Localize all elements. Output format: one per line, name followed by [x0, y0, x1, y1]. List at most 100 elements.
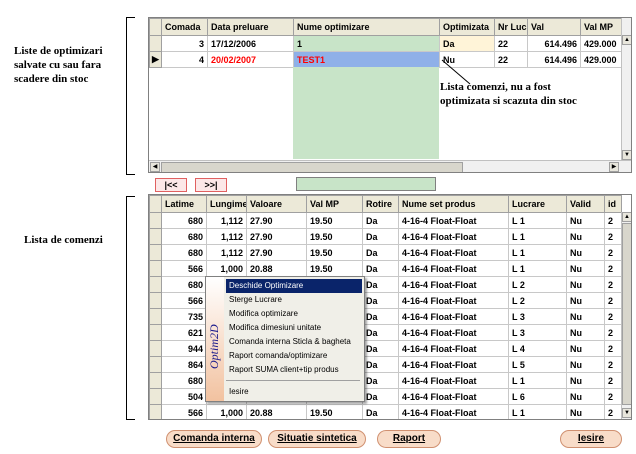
menu-item-modifica-dimensiuni[interactable]: Modifica dimesiuni unitate: [226, 321, 362, 335]
cell-rotire[interactable]: Da: [362, 228, 399, 245]
cell-id[interactable]: 2: [604, 292, 622, 309]
last-record-button[interactable]: >>|: [195, 178, 227, 192]
cell-nume[interactable]: TEST1: [293, 51, 440, 68]
cell-valid[interactable]: Nu: [566, 260, 605, 277]
cell-id[interactable]: 2: [604, 372, 622, 389]
cell-lungime[interactable]: 1,112: [206, 244, 247, 261]
cell-nume-set[interactable]: 4-16-4 Float-Float: [398, 244, 509, 261]
row-selector[interactable]: [149, 35, 162, 52]
scroll-right-icon[interactable]: ▶: [609, 162, 619, 172]
row-selector[interactable]: [149, 260, 162, 277]
menu-item-deschide-optimizare[interactable]: Deschide Optimizare: [226, 279, 362, 293]
cell-rotire[interactable]: Da: [362, 292, 399, 309]
cell-valid[interactable]: Nu: [566, 372, 605, 389]
scroll-left-icon[interactable]: ◀: [150, 162, 160, 172]
cell-lucrare[interactable]: L 2: [508, 292, 567, 309]
cell-valoare[interactable]: 20.88: [246, 260, 307, 277]
cell-valid[interactable]: Nu: [566, 292, 605, 309]
col-optimizata[interactable]: Optimizata: [439, 18, 495, 36]
cell-id[interactable]: 2: [604, 308, 622, 325]
col-id[interactable]: id: [604, 195, 622, 213]
cell-valid[interactable]: Nu: [566, 228, 605, 245]
cell-latime[interactable]: 680: [161, 244, 207, 261]
scroll-thumb[interactable]: [622, 223, 631, 405]
cell-lucrare[interactable]: L 3: [508, 324, 567, 341]
optimizations-hscrollbar[interactable]: ◀ ▶: [149, 160, 631, 172]
cell-lucrare[interactable]: L 1: [508, 228, 567, 245]
cell-lucrare[interactable]: L 1: [508, 260, 567, 277]
cell-rotire[interactable]: Da: [362, 324, 399, 341]
cell-id[interactable]: 2: [604, 324, 622, 341]
cell-nr-luc[interactable]: 22: [494, 35, 528, 52]
cell-valoare[interactable]: 27.90: [246, 228, 307, 245]
optimization-row[interactable]: 3 17/12/2006 1 Da 22 614.496 429.000: [149, 35, 622, 52]
row-selector[interactable]: [149, 372, 162, 389]
cell-nume-set[interactable]: 4-16-4 Float-Float: [398, 260, 509, 277]
cell-valid[interactable]: Nu: [566, 356, 605, 373]
col-valoare[interactable]: Valoare: [246, 195, 307, 213]
cell-valid[interactable]: Nu: [566, 324, 605, 341]
cell-val-mp[interactable]: 19.50: [306, 228, 363, 245]
menu-item-comanda-interna[interactable]: Comanda interna Sticla & bagheta: [226, 335, 362, 349]
cell-valid[interactable]: Nu: [566, 244, 605, 261]
row-selector[interactable]: [149, 388, 162, 405]
cell-nume-set[interactable]: 4-16-4 Float-Float: [398, 292, 509, 309]
cell-valid[interactable]: Nu: [566, 212, 605, 229]
comanda-interna-button[interactable]: Comanda interna: [166, 430, 262, 448]
cell-nume-set[interactable]: 4-16-4 Float-Float: [398, 388, 509, 405]
row-selector[interactable]: [149, 212, 162, 229]
cell-nume-set[interactable]: 4-16-4 Float-Float: [398, 340, 509, 357]
order-row[interactable]: 566 1,000 20.88 19.50 Da 4-16-4 Float-Float L …: [149, 404, 622, 419]
menu-item-raport-suma[interactable]: Raport SUMA client+tip produs: [226, 363, 362, 377]
cell-valoare[interactable]: 20.88: [246, 404, 307, 419]
col-nume-set-produs[interactable]: Nume set produs: [398, 195, 509, 213]
cell-rotire[interactable]: Da: [362, 356, 399, 373]
iesire-button[interactable]: Iesire: [560, 430, 622, 448]
row-selector[interactable]: [149, 324, 162, 341]
cell-lucrare[interactable]: L 1: [508, 372, 567, 389]
cell-rotire[interactable]: Da: [362, 276, 399, 293]
cell-valid[interactable]: Nu: [566, 388, 605, 405]
cell-nume-set[interactable]: 4-16-4 Float-Float: [398, 324, 509, 341]
cell-latime[interactable]: 504: [161, 388, 207, 405]
cell-valid[interactable]: Nu: [566, 404, 605, 419]
cell-nume-set[interactable]: 4-16-4 Float-Float: [398, 404, 509, 419]
cell-lucrare[interactable]: L 1: [508, 244, 567, 261]
cell-valid[interactable]: Nu: [566, 276, 605, 293]
col-rotire[interactable]: Rotire: [362, 195, 399, 213]
cell-lungime[interactable]: 1,112: [206, 228, 247, 245]
cell-val-mp[interactable]: 429.000: [580, 35, 622, 52]
scroll-down-icon[interactable]: ▼: [622, 408, 631, 418]
cell-lucrare[interactable]: L 1: [508, 404, 567, 419]
cell-id[interactable]: 2: [604, 212, 622, 229]
cell-valid[interactable]: Nu: [566, 340, 605, 357]
cell-id[interactable]: 2: [604, 388, 622, 405]
cell-id[interactable]: 2: [604, 260, 622, 277]
order-row[interactable]: 680 1,112 27.90 19.50 Da 4-16-4 Float-Float L …: [149, 244, 622, 261]
cell-valid[interactable]: Nu: [566, 308, 605, 325]
cell-nume-set[interactable]: 4-16-4 Float-Float: [398, 372, 509, 389]
col-val-mp[interactable]: Val MP: [580, 18, 622, 36]
cell-latime[interactable]: 680: [161, 212, 207, 229]
cell-latime[interactable]: 566: [161, 292, 207, 309]
cell-valoare[interactable]: 27.90: [246, 212, 307, 229]
situatie-sintetica-button[interactable]: Situatie sintetica: [268, 430, 366, 448]
col-val-mp[interactable]: Val MP: [306, 195, 363, 213]
cell-data[interactable]: 17/12/2006: [207, 35, 294, 52]
cell-latime[interactable]: 735: [161, 308, 207, 325]
cell-latime[interactable]: 566: [161, 404, 207, 419]
col-data-preluare[interactable]: Data preluare: [207, 18, 294, 36]
cell-id[interactable]: 2: [604, 244, 622, 261]
cell-lucrare[interactable]: L 2: [508, 276, 567, 293]
orders-vscrollbar[interactable]: ▲ ▼: [621, 212, 631, 419]
cell-rotire[interactable]: Da: [362, 244, 399, 261]
menu-item-sterge-lucrare[interactable]: Sterge Lucrare: [226, 293, 362, 307]
cell-lucrare[interactable]: L 6: [508, 388, 567, 405]
cell-latime[interactable]: 944: [161, 340, 207, 357]
row-selector[interactable]: [149, 228, 162, 245]
cell-val-mp[interactable]: 19.50: [306, 212, 363, 229]
cell-lungime[interactable]: 1,112: [206, 212, 247, 229]
current-row-indicator[interactable]: ▶: [149, 51, 162, 68]
col-nume-optimizare[interactable]: Nume optimizare: [293, 18, 440, 36]
cell-val[interactable]: 614.496: [527, 35, 581, 52]
